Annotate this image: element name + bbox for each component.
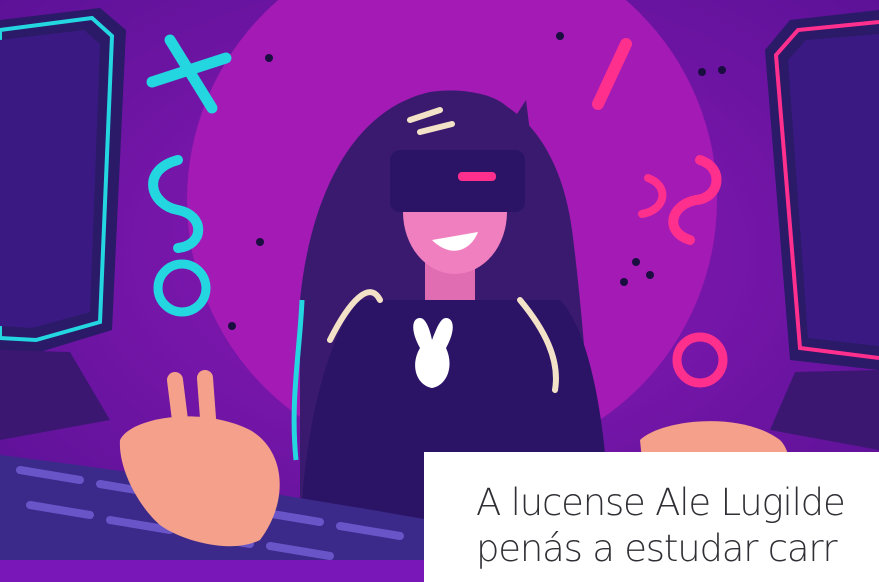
headline-card: A lucense Ale Lugilde penás a estudar ca… <box>424 452 879 582</box>
headline-line-1: A lucense Ale Lugilde <box>476 481 846 524</box>
vr-headset-icon <box>390 150 525 212</box>
headline-line-2: penás a estudar carr <box>476 527 838 570</box>
article-headline[interactable]: A lucense Ale Lugilde penás a estudar ca… <box>476 480 879 572</box>
